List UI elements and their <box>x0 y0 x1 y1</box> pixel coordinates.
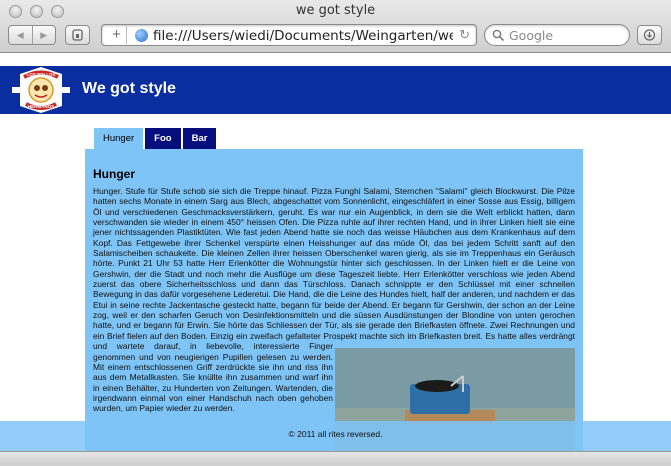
los-pollos-hermanos-logo: LOS POLLOS HERMANOS <box>12 66 70 114</box>
forward-button[interactable]: ▶ <box>31 26 56 44</box>
back-arrow-icon: ◀ <box>16 29 24 40</box>
home-button[interactable] <box>65 25 90 45</box>
navigation-buttons: ◀ ▶ <box>8 25 56 45</box>
forward-arrow-icon: ▶ <box>40 29 48 40</box>
tab-foo[interactable]: Foo <box>145 128 181 149</box>
site-title: We got style <box>82 80 176 97</box>
add-bookmark-icon[interactable]: + <box>107 26 127 44</box>
page-footer: © 2011 all rites reversed. <box>0 421 671 451</box>
content-heading: Hunger <box>93 167 135 181</box>
footer-text: © 2011 all rites reversed. <box>288 429 383 439</box>
address-input[interactable]: file:///Users/wiedi/Documents/Weingarten… <box>153 27 453 45</box>
home-icon <box>72 29 83 41</box>
globe-icon <box>135 29 148 42</box>
site-header: LOS POLLOS HERMANOS We got style <box>0 66 671 114</box>
reload-icon[interactable]: ↻ <box>459 27 470 43</box>
search-field[interactable]: Google <box>484 24 630 46</box>
content-panel: Hunger Hunger. Stufe für Stufe schob sie… <box>85 149 583 466</box>
logo: LOS POLLOS HERMANOS <box>12 66 70 114</box>
browser-toolbar: we got style ◀ ▶ + file:///Users/wiedi/D… <box>0 0 671 53</box>
address-bar[interactable]: + file:///Users/wiedi/Documents/Weingart… <box>101 24 477 46</box>
search-icon <box>492 29 505 42</box>
download-icon <box>643 29 656 41</box>
logo-text-bottom: HERMANOS <box>28 104 54 109</box>
status-bar <box>0 451 671 466</box>
downloads-button[interactable] <box>637 25 662 45</box>
tab-hunger[interactable]: Hunger <box>94 128 144 149</box>
tab-bar: Hunger Foo Bar <box>94 128 217 149</box>
back-button[interactable]: ◀ <box>9 26 32 44</box>
tab-bar-item[interactable]: Bar <box>182 128 217 149</box>
window-title: we got style <box>295 3 376 18</box>
search-placeholder: Google <box>509 28 554 43</box>
logo-text-top: LOS POLLOS <box>26 72 55 77</box>
